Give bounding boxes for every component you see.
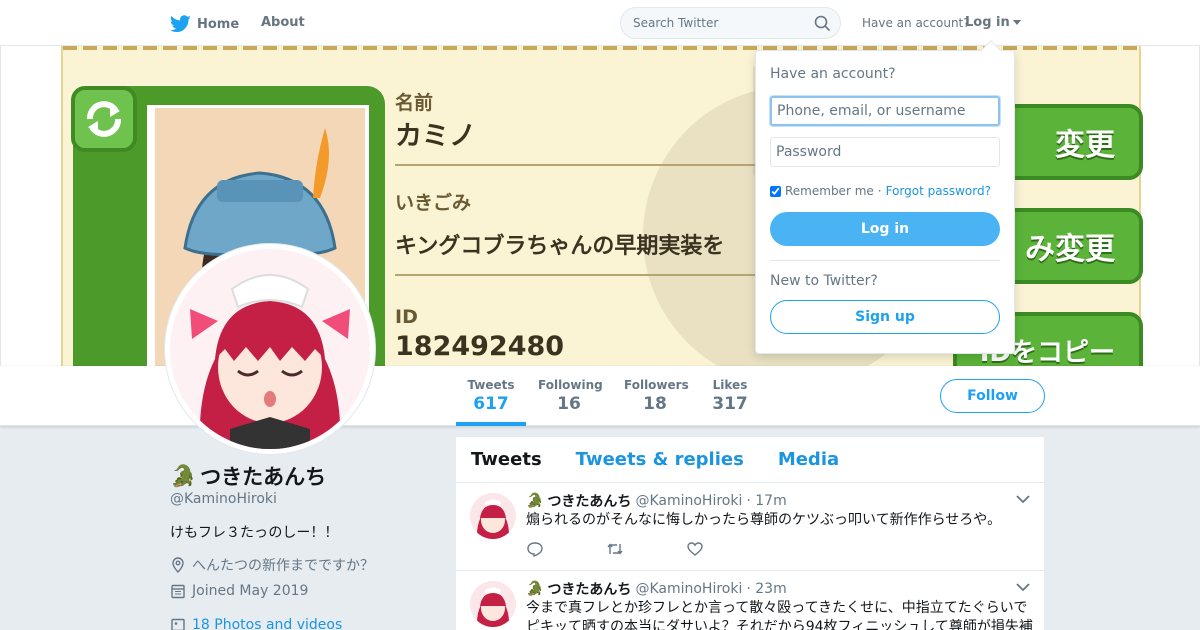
profile-avatar[interactable] bbox=[165, 244, 375, 454]
login-toggle-label: Log in bbox=[965, 15, 1010, 30]
tab-media[interactable]: Media bbox=[778, 449, 839, 470]
profile-joined: Joined May 2019 bbox=[170, 583, 308, 599]
banner-motto-label: いきごみ bbox=[395, 192, 472, 214]
retweet-icon[interactable] bbox=[606, 541, 624, 557]
profile-emoji: 🐊 bbox=[170, 463, 197, 488]
tweet-emoji: 🐊 bbox=[526, 581, 544, 597]
profile-name-text: つきたあんち bbox=[200, 465, 327, 489]
location-text: へんたつの新作までですか？ bbox=[192, 558, 374, 574]
chevron-down-icon[interactable] bbox=[1016, 583, 1030, 592]
timeline-tabs: Tweets Tweets & replies Media bbox=[456, 437, 1044, 483]
chevron-down-icon[interactable] bbox=[1016, 495, 1030, 504]
have-account-text: Have an account? bbox=[862, 16, 970, 30]
timeline: Tweets Tweets & replies Media 🐊 つきたあんち @… bbox=[456, 437, 1044, 630]
username-input[interactable] bbox=[770, 96, 1000, 126]
tweet-item[interactable]: 🐊 つきたあんち @KaminoHiroki · 17m 煽られるのがそんなに悔… bbox=[456, 483, 1044, 571]
avatar-character-art bbox=[170, 249, 370, 449]
tweet-avatar[interactable] bbox=[470, 581, 516, 627]
tweet-item[interactable]: 🐊 つきたあんち @KaminoHiroki · 23m 今まで真フレとか珍フレ… bbox=[456, 571, 1044, 630]
search-input[interactable] bbox=[621, 8, 801, 38]
search-icon[interactable] bbox=[814, 15, 830, 31]
banner-id-label: ID bbox=[395, 306, 418, 328]
top-navigation: Home About Have an account? Log in bbox=[0, 0, 1200, 46]
tweet-time[interactable]: · 17m bbox=[746, 493, 786, 509]
tweet-text-line: 今まで真フレとか珍フレとか言って散々殴ってきたくせに、中指立てたぐらいで bbox=[526, 600, 1028, 616]
new-to-twitter-text: New to Twitter? bbox=[770, 273, 878, 289]
like-icon[interactable] bbox=[686, 541, 704, 557]
banner-rule bbox=[395, 274, 755, 276]
banner-id-value: 182492480 bbox=[395, 331, 565, 362]
tweet-handle[interactable]: @KaminoHiroki bbox=[635, 581, 742, 597]
nav-about[interactable]: About bbox=[261, 15, 305, 30]
tweet-text-line: ピキッて晒すの本当にダサいよ？それだから94枚フィニッシュして尊師が損失補 bbox=[526, 619, 1033, 630]
swap-icon bbox=[71, 86, 137, 152]
tweet-header: 🐊 つきたあんち @KaminoHiroki · 23m bbox=[526, 579, 787, 599]
profile-name: 🐊 つきたあんち bbox=[170, 461, 326, 491]
login-dropdown-toggle[interactable]: Log in bbox=[965, 15, 1021, 30]
banner-rule bbox=[395, 164, 755, 166]
profile-bio: けもフレ３たっのしー！！ bbox=[170, 525, 339, 541]
remember-me-checkbox[interactable] bbox=[770, 185, 781, 197]
stat-value: 317 bbox=[712, 394, 748, 414]
location-icon bbox=[172, 557, 184, 573]
tweet-actions bbox=[526, 541, 704, 557]
stat-label: Following bbox=[538, 378, 603, 392]
follow-button[interactable]: Follow bbox=[940, 379, 1045, 413]
nav-about-label: About bbox=[261, 15, 305, 30]
stat-tweets[interactable]: Tweets 617 bbox=[456, 366, 526, 426]
tweet-author[interactable]: つきたあんち bbox=[547, 491, 631, 511]
separator: · bbox=[877, 184, 882, 198]
stat-following[interactable]: Following 16 bbox=[538, 366, 603, 426]
banner-name-value: カミノ bbox=[395, 121, 476, 152]
reply-icon[interactable] bbox=[526, 541, 544, 557]
tab-tweets-replies[interactable]: Tweets & replies bbox=[576, 449, 744, 470]
tweet-avatar[interactable] bbox=[470, 493, 516, 539]
joined-text: Joined May 2019 bbox=[192, 583, 309, 599]
search-box bbox=[620, 7, 841, 39]
twitter-bird-icon bbox=[170, 15, 191, 33]
banner-motto-value: キングコブラちゃんの早期実装を bbox=[395, 234, 725, 259]
stat-label: Followers bbox=[624, 378, 689, 392]
stat-likes[interactable]: Likes 317 bbox=[710, 366, 750, 426]
tweet-handle[interactable]: @KaminoHiroki bbox=[635, 493, 742, 509]
signup-button[interactable]: Sign up bbox=[770, 300, 1000, 334]
profile-photos[interactable]: 18 Photos and videos bbox=[170, 617, 342, 630]
stat-followers[interactable]: Followers 18 bbox=[624, 366, 689, 426]
forgot-password-link[interactable]: Forgot password? bbox=[886, 184, 991, 198]
tweet-author[interactable]: つきたあんち bbox=[547, 579, 631, 599]
profile-handle[interactable]: @KaminoHiroki bbox=[170, 491, 277, 507]
remember-me-row: Remember me · Forgot password? bbox=[770, 184, 991, 198]
stat-label: Likes bbox=[712, 378, 748, 392]
dropdown-divider bbox=[770, 260, 1000, 261]
stat-label: Tweets bbox=[467, 378, 515, 392]
caret-down-icon bbox=[1012, 20, 1021, 25]
photos-link[interactable]: 18 Photos and videos bbox=[192, 617, 342, 630]
tweet-text: 煽られるのがそんなに悔しかったら尊師のケツぶっ叩いて新作作らせろや。 bbox=[526, 512, 1002, 528]
tweet-emoji: 🐊 bbox=[526, 493, 544, 509]
profile-location: へんたつの新作までですか？ bbox=[170, 555, 374, 575]
stat-value: 617 bbox=[473, 394, 509, 414]
nav-home-label: Home bbox=[197, 16, 240, 32]
banner-name-label: 名前 bbox=[395, 92, 434, 114]
login-dropdown: Have an account? Remember me · Forgot pa… bbox=[755, 40, 1015, 354]
remember-me-label[interactable]: Remember me bbox=[785, 184, 874, 198]
tweet-text: 今まで真フレとか珍フレとか言って散々殴ってきたくせに、中指立てたぐらいで ピキッ… bbox=[526, 599, 1034, 630]
calendar-icon bbox=[171, 584, 185, 599]
stat-value: 18 bbox=[643, 394, 667, 414]
tweet-time[interactable]: · 23m bbox=[746, 581, 786, 597]
password-input[interactable] bbox=[770, 137, 1000, 167]
photo-icon bbox=[171, 618, 185, 630]
stat-value: 16 bbox=[557, 394, 581, 414]
tab-tweets[interactable]: Tweets bbox=[471, 449, 542, 470]
login-title: Have an account? bbox=[770, 66, 896, 82]
tweet-header: 🐊 つきたあんち @KaminoHiroki · 17m bbox=[526, 491, 787, 511]
nav-home[interactable]: Home bbox=[170, 15, 239, 33]
login-button[interactable]: Log in bbox=[770, 212, 1000, 246]
